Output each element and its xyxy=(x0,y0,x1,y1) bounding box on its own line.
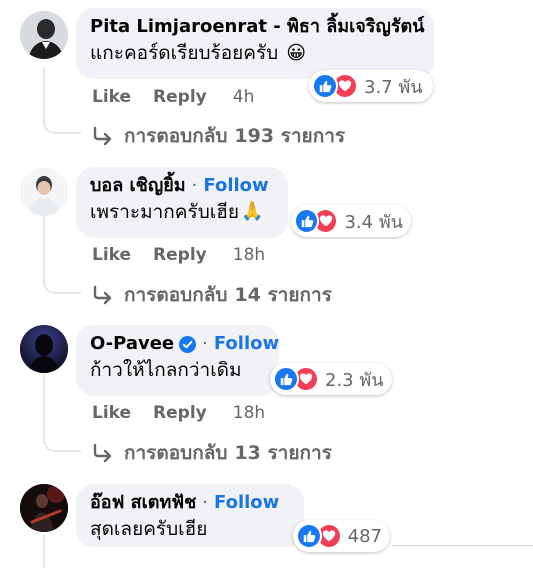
comment-timestamp[interactable]: 18h xyxy=(233,245,265,265)
thread-line-1 xyxy=(43,68,45,108)
comment-text: สุดเลยครับเฮีย xyxy=(90,518,208,540)
comment-bubble: Pita Limjaroenrat - พิธา ลิ้มเจริญรัตน์ … xyxy=(76,8,434,79)
thread-line-3 xyxy=(43,374,45,426)
comment-text: แกะคอร์ดเรียบร้อยครับ xyxy=(90,42,279,64)
avatar[interactable] xyxy=(20,484,68,532)
avatar[interactable] xyxy=(20,325,68,373)
verified-badge-icon xyxy=(179,335,197,353)
thumbs-up-icon xyxy=(312,73,338,99)
reply-button[interactable]: Reply xyxy=(153,245,207,265)
avatar[interactable] xyxy=(20,168,68,216)
reaction-count: 487 xyxy=(347,525,382,547)
replies-text: การตอบกลับ xyxy=(124,125,228,147)
comment-text: ก้าวให้ไกลกว่าเดิม xyxy=(90,359,242,381)
comment-author[interactable]: Pita Limjaroenrat - พิธา ลิ้มเจริญรัตน์ xyxy=(90,16,424,38)
comment-timestamp[interactable]: 18h xyxy=(233,403,265,423)
view-replies-link[interactable]: การตอบกลับ 193 รายการ xyxy=(92,121,345,151)
follow-button[interactable]: Follow xyxy=(214,492,279,514)
like-button[interactable]: Like xyxy=(92,245,131,265)
follow-button[interactable]: Follow xyxy=(214,333,279,355)
thumbs-up-icon xyxy=(296,523,322,549)
view-replies-link[interactable]: การตอบกลับ 14 รายการ xyxy=(92,280,332,310)
thread-hook-1 xyxy=(43,108,81,134)
thread-hook-2 xyxy=(43,266,81,294)
replies-text: การตอบกลับ xyxy=(124,442,228,464)
reply-arrow-icon xyxy=(92,126,114,146)
follow-button[interactable]: Follow xyxy=(203,175,268,197)
comment-bubble: อ๊อฟ สเตทฟัช · Follow สุดเลยครับเฮีย xyxy=(76,484,304,547)
divider xyxy=(392,545,533,546)
thumbs-up-icon xyxy=(294,208,320,234)
replies-count: 14 รายการ xyxy=(234,284,332,306)
view-replies-link[interactable]: การตอบกลับ 13 รายการ xyxy=(92,438,332,468)
replies-text: การตอบกลับ xyxy=(124,284,228,306)
comment-author[interactable]: O-Pavee xyxy=(90,333,174,355)
comment-author[interactable]: อ๊อฟ สเตทฟัช xyxy=(90,492,196,514)
comment-bubble: บอล เชิญยิ้ม · Follow เพราะมากครับเฮีย 🙏 xyxy=(76,167,288,238)
thread-line-4 xyxy=(43,534,45,568)
thread-hook-3 xyxy=(43,424,81,452)
thread-line-2 xyxy=(43,216,45,268)
reply-button[interactable]: Reply xyxy=(153,87,207,107)
like-button[interactable]: Like xyxy=(92,403,131,423)
comment-text: เพราะมากครับเฮีย xyxy=(90,201,239,223)
folded-hands-emoji: 🙏 xyxy=(241,201,264,222)
reply-arrow-icon xyxy=(92,285,114,305)
grinning-face-emoji: 😀 xyxy=(286,42,307,64)
reaction-summary[interactable]: 487 xyxy=(293,520,390,552)
reaction-summary[interactable]: 2.3 พัน xyxy=(270,363,392,395)
like-button[interactable]: Like xyxy=(92,87,131,107)
reaction-count: 3.7 พัน xyxy=(364,76,423,98)
thumbs-up-icon xyxy=(273,366,299,392)
reaction-summary[interactable]: 3.4 พัน xyxy=(291,205,411,237)
replies-count: 193 รายการ xyxy=(234,125,346,147)
reaction-count: 3.4 พัน xyxy=(344,211,403,233)
reaction-summary[interactable]: 3.7 พัน xyxy=(309,70,433,102)
replies-count: 13 รายการ xyxy=(234,442,332,464)
reply-arrow-icon xyxy=(92,443,114,463)
comment-author[interactable]: บอล เชิญยิ้ม xyxy=(90,175,186,197)
comment-bubble: O-Pavee · Follow ก้าวให้ไกลกว่าเดิม xyxy=(76,325,279,396)
comment-timestamp[interactable]: 4h xyxy=(233,87,255,107)
avatar[interactable] xyxy=(20,11,68,59)
reply-button[interactable]: Reply xyxy=(153,403,207,423)
reaction-count: 2.3 พัน xyxy=(325,369,384,391)
